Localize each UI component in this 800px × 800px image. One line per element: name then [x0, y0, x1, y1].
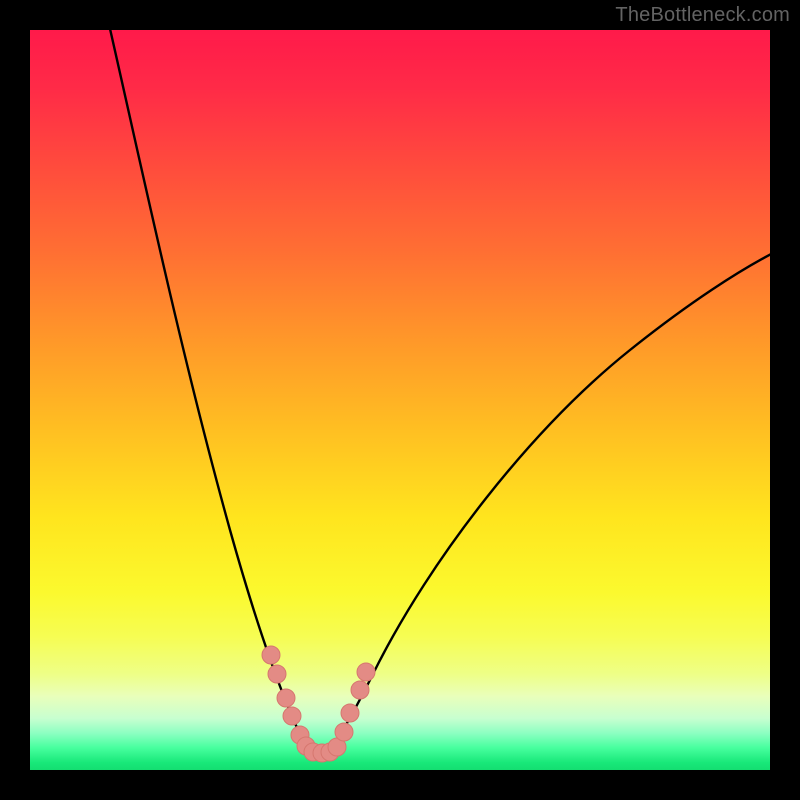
- marker-dot: [341, 704, 359, 722]
- marker-dot: [357, 663, 375, 681]
- chart-frame: TheBottleneck.com: [0, 0, 800, 800]
- marker-dot: [283, 707, 301, 725]
- left-branch-curve: [108, 30, 320, 756]
- marker-dot: [277, 689, 295, 707]
- watermark-text: TheBottleneck.com: [615, 4, 790, 27]
- marker-dot: [335, 723, 353, 741]
- marker-dot: [262, 646, 280, 664]
- marker-dot: [268, 665, 286, 683]
- right-branch-curve: [320, 252, 770, 756]
- plot-area: [30, 30, 770, 770]
- marker-dot: [351, 681, 369, 699]
- curve-layer: [30, 30, 770, 770]
